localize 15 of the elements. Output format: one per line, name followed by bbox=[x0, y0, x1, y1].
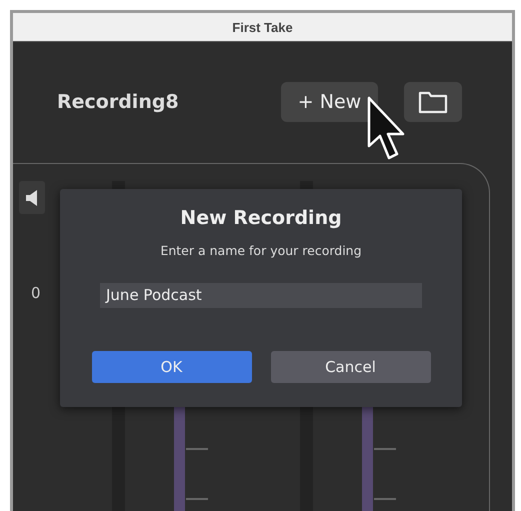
speaker-icon bbox=[25, 190, 39, 206]
window-title: First Take bbox=[232, 20, 293, 34]
recording-title: Recording8 bbox=[57, 91, 180, 113]
volume-value: 0 bbox=[31, 284, 41, 302]
folder-icon bbox=[418, 90, 448, 114]
name-input-field[interactable]: June Podcast bbox=[100, 283, 422, 308]
scale-ticks bbox=[374, 448, 396, 500]
cancel-button[interactable]: Cancel bbox=[270, 351, 430, 383]
folder-button[interactable] bbox=[404, 82, 462, 122]
scale-ticks bbox=[186, 448, 208, 500]
speaker-button[interactable] bbox=[19, 181, 45, 214]
new-button[interactable]: + New bbox=[281, 82, 378, 122]
dialog-message: Enter a name for your recording bbox=[160, 243, 362, 258]
ok-button[interactable]: OK bbox=[92, 351, 252, 383]
dialog-title: New Recording bbox=[180, 207, 342, 229]
